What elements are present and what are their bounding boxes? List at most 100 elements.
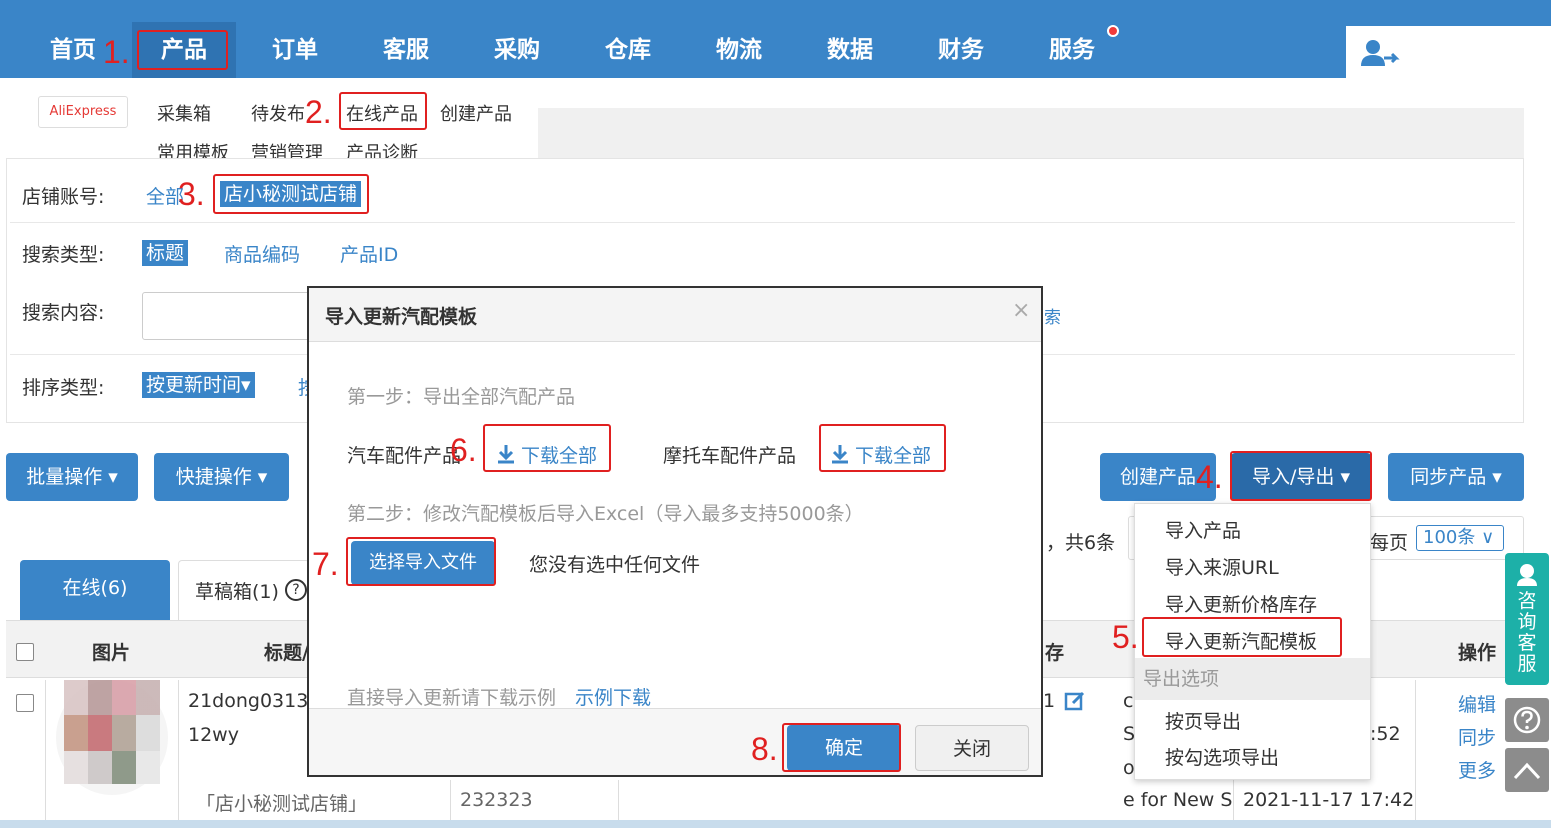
annotation-box-auto-parts-template — [1142, 617, 1342, 657]
sort-type-label: 排序类型: — [22, 377, 105, 399]
nav-logistics[interactable]: 物流 — [706, 22, 772, 78]
per-page-label: 每页 — [1370, 532, 1409, 554]
menu-export-by-page[interactable]: 按页导出 — [1165, 707, 1241, 734]
cell-text: o — [1123, 757, 1135, 779]
user-icon — [1361, 40, 1400, 66]
back-to-top-button[interactable] — [1505, 748, 1549, 792]
divider — [45, 680, 46, 820]
modal-footer: 确定 关闭 — [309, 708, 1041, 775]
modal-header: 导入更新汽配模板 × — [309, 288, 1041, 342]
step-number: 6. — [450, 432, 477, 468]
close-icon[interactable]: × — [1012, 298, 1030, 323]
search-type-sku[interactable]: 商品编码 — [224, 240, 300, 267]
subnav-collect-box[interactable]: 采集箱 — [157, 100, 211, 126]
product-title-line2[interactable]: 12wy — [188, 724, 239, 746]
nav-services[interactable]: 服务 — [1039, 22, 1105, 78]
tab-drafts[interactable]: 草稿箱(1) ? — [178, 560, 310, 620]
annotation-box-products — [137, 30, 228, 70]
service-agent-icon — [1517, 564, 1537, 586]
cell-text: c — [1123, 690, 1134, 712]
import-auto-parts-modal: 导入更新汽配模板 × 第一步：导出全部汽配产品 汽车配件产品 下载全部 摩托车配… — [307, 286, 1043, 777]
tab-online[interactable]: 在线(6) — [20, 560, 170, 620]
more-link[interactable]: 更多 — [1458, 756, 1496, 783]
quick-operations-button[interactable]: 快捷操作 ▾ — [154, 453, 289, 501]
nav-orders[interactable]: 订单 — [262, 22, 328, 78]
export-options-group: 导出选项 — [1135, 658, 1370, 700]
example-hint-text: 直接导入更新请下载示例 — [347, 687, 557, 709]
time-text: :52 — [1370, 723, 1401, 745]
menu-import-products[interactable]: 导入产品 — [1165, 516, 1241, 543]
modal-title: 导入更新汽配模板 — [325, 306, 478, 328]
consult-service-widget[interactable]: 咨询客服 — [1505, 553, 1549, 685]
column-actions: 操作 — [1458, 642, 1497, 664]
annotation-box-import-export — [1230, 451, 1372, 501]
nav-warehouse[interactable]: 仓库 — [595, 22, 661, 78]
product-title-line1[interactable]: 21dong0313x — [188, 690, 320, 712]
step-number: 3. — [178, 176, 205, 212]
product-image[interactable] — [56, 680, 168, 795]
select-all-checkbox[interactable] — [16, 643, 34, 661]
edit-link[interactable]: 编辑 — [1458, 690, 1496, 717]
search-content-label: 搜索内容: — [22, 302, 105, 324]
annotation-box-online-products — [339, 92, 427, 130]
edit-stock-icon[interactable] — [1064, 690, 1086, 712]
nav-home[interactable]: 首页 — [40, 22, 106, 78]
annotation-box-choose-file — [346, 537, 496, 586]
close-button[interactable]: 关闭 — [915, 725, 1029, 771]
search-type-label: 搜索类型: — [22, 244, 105, 266]
time-text: 2021-11-17 17:42 — [1243, 789, 1415, 811]
search-hint-text[interactable]: 索 — [1044, 303, 1061, 328]
step2-text: 第二步：修改汽配模板后导入Excel（导入最多支持5000条） — [347, 503, 864, 525]
product-thumbnail — [64, 751, 160, 784]
question-icon — [1513, 706, 1541, 734]
example-download-link[interactable]: 示例下载 — [575, 683, 651, 710]
subnav-to-publish[interactable]: 待发布 — [251, 100, 305, 126]
annotation-box-confirm — [782, 723, 901, 772]
column-title: 标题/ — [264, 642, 309, 664]
sync-products-button[interactable]: 同步产品 ▾ — [1388, 453, 1524, 501]
menu-import-source-url[interactable]: 导入来源URL — [1165, 553, 1279, 580]
sync-link[interactable]: 同步 — [1458, 723, 1496, 750]
nav-data[interactable]: 数据 — [817, 22, 883, 78]
column-image: 图片 — [92, 642, 131, 664]
tab-drafts-label: 草稿箱(1) — [195, 581, 279, 603]
row-checkbox[interactable] — [16, 694, 34, 712]
divider — [10, 222, 1515, 223]
user-panel[interactable] — [1346, 26, 1551, 78]
aliexpress-logo: AliExpress — [38, 96, 128, 128]
menu-export-by-selection[interactable]: 按勾选项导出 — [1165, 743, 1279, 770]
help-icon[interactable]: ? — [285, 579, 307, 601]
product-thumbnail — [64, 715, 160, 751]
batch-operations-button[interactable]: 批量操作 ▾ — [6, 453, 138, 501]
step1-text: 第一步：导出全部汽配产品 — [347, 386, 576, 408]
step-number: 1. — [103, 34, 130, 70]
subnav-create-product[interactable]: 创建产品 — [440, 100, 512, 126]
nav-purchasing[interactable]: 采购 — [484, 22, 550, 78]
store-name: 「店小秘测试店铺」 — [196, 793, 368, 815]
stock-value: 1 — [1043, 690, 1056, 712]
step-number: 5. — [1112, 619, 1139, 655]
step-number: 4. — [1196, 459, 1223, 495]
column-stock: 存 — [1045, 642, 1065, 664]
annotation-box-download-car — [483, 424, 611, 472]
motorcycle-parts-label: 摩托车配件产品 — [663, 445, 797, 467]
divider — [1415, 680, 1416, 820]
help-button[interactable] — [1505, 698, 1549, 742]
total-count: ，共6条 — [1046, 532, 1116, 554]
search-type-product-id[interactable]: 产品ID — [340, 240, 398, 267]
sort-type-dropdown[interactable]: 按更新时间▾ — [142, 372, 255, 398]
per-page-select[interactable]: 100条 ∨ — [1416, 525, 1504, 551]
step-number: 2. — [305, 94, 332, 130]
search-type-title[interactable]: 标题 — [142, 240, 189, 266]
menu-import-price-stock[interactable]: 导入更新价格库存 — [1165, 590, 1317, 617]
no-file-text: 您没有选中任何文件 — [529, 554, 701, 576]
annotation-box-download-moto — [819, 424, 946, 472]
nav-finance[interactable]: 财务 — [928, 22, 994, 78]
horizontal-scrollbar[interactable] — [0, 820, 1551, 828]
step-number: 7. — [312, 546, 339, 582]
search-input[interactable] — [142, 292, 322, 340]
divider — [618, 780, 619, 820]
nav-customer-service[interactable]: 客服 — [373, 22, 439, 78]
annotation-box-store — [213, 174, 369, 214]
product-sku: 232323 — [460, 789, 533, 811]
